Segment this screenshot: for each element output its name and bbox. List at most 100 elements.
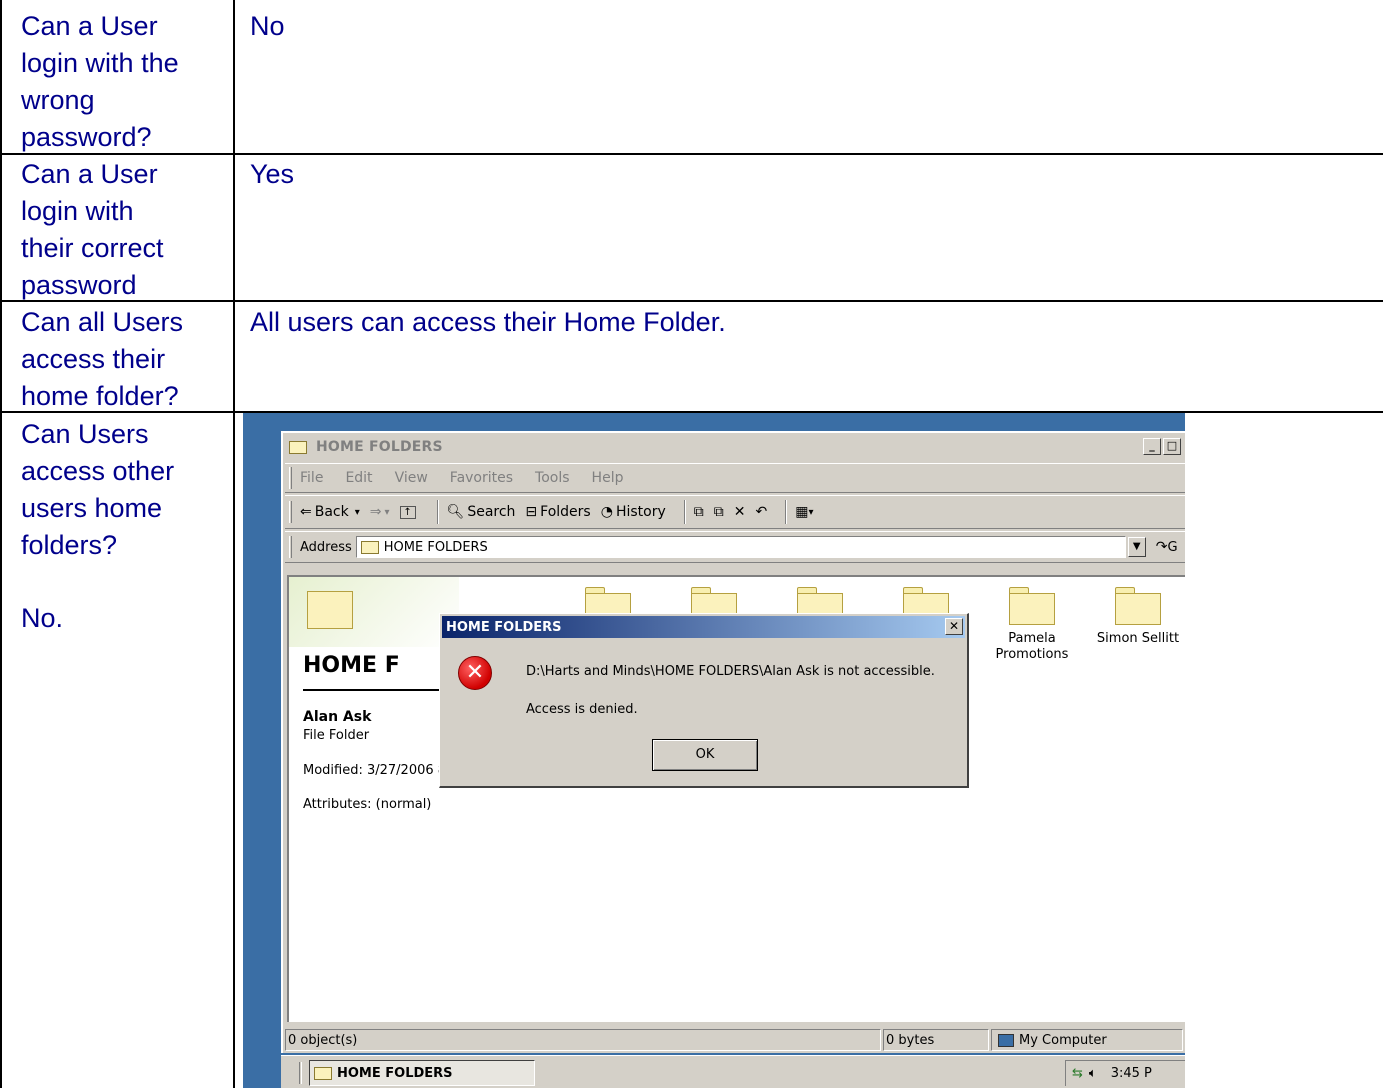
go-icon[interactable]: ↷ [1156,539,1168,555]
folder-icon [289,440,307,454]
folder-icon [314,1066,332,1080]
table-row-divider [0,153,1383,155]
dialog-message: D:\Harts and Minds\HOME FOLDERS\Alan Ask… [526,664,935,679]
error-icon: ✕ [458,656,492,690]
selected-item-name: Alan Ask [303,709,372,725]
ok-button[interactable]: OK [652,739,758,771]
status-object-count: 0 object(s) [285,1029,881,1051]
taskbar-grip [299,1062,302,1084]
question-cell: Can a User login with the wrong password… [21,11,179,152]
move-to-button[interactable]: ⧉ [694,504,704,520]
go-label[interactable]: G [1168,540,1178,555]
volume-icon[interactable]: 🔈︎ [1089,1066,1097,1081]
answer-cell: No. [21,603,64,633]
back-dropdown-icon[interactable]: ▾ [355,507,360,518]
selected-item-attributes: Attributes: (normal) [303,797,432,812]
address-dropdown-button[interactable]: ▼ [1127,537,1146,557]
panel-folder-icon [307,591,353,629]
undo-icon: ↶ [755,504,768,520]
menu-edit[interactable]: Edit [345,470,372,486]
copy-to-icon: ⧉ [713,504,724,520]
menu-help[interactable]: Help [592,470,624,486]
back-label: Back [314,504,349,520]
menu-grip [289,467,292,489]
folder-icon [1115,587,1161,625]
folder-icon [360,540,379,554]
taskbar: HOME FOLDERS ⇆ 🔈︎ 3:45 P [281,1055,1185,1088]
system-tray: ⇆ 🔈︎ 3:45 P [1065,1060,1185,1086]
views-dropdown-icon[interactable]: ▾ [808,507,813,518]
menu-bar: File Edit View Favorites Tools Help [285,463,1185,493]
table-column-divider [233,0,235,1088]
table-row-divider [0,300,1383,302]
menu-favorites[interactable]: Favorites [450,470,513,486]
status-bar: 0 object(s) 0 bytes My Computer [285,1027,1185,1053]
taskbar-button-label: HOME FOLDERS [337,1065,453,1081]
maximize-button[interactable]: □ [1163,438,1181,455]
clock[interactable]: 3:45 P [1111,1066,1152,1081]
views-button[interactable]: ▦ ▾ [795,504,813,520]
folder-label: Simon Sellitt [1096,631,1180,646]
error-dialog: HOME FOLDERS ✕ ✕ D:\Harts and Minds\HOME… [439,613,969,788]
menu-file[interactable]: File [300,470,323,486]
panel-title: HOME F [303,653,400,678]
search-button[interactable]: 🔍︎ Search [447,504,516,520]
toolbar-separator [436,500,439,524]
menu-view[interactable]: View [395,470,428,486]
address-grip [289,536,292,558]
dialog-close-button[interactable]: ✕ [945,618,963,635]
question-cell: Can all Users access their home folder? [21,307,184,411]
history-label: History [615,504,666,520]
delete-button[interactable]: ✕ [734,504,746,520]
search-label: Search [467,504,516,520]
move-to-icon: ⧉ [693,504,704,520]
question-cell: Can Users access other users home folder… [21,419,175,560]
folders-label: Folders [540,504,591,520]
undo-button[interactable]: ↶ [755,504,767,520]
window-title: HOME FOLDERS [316,439,443,455]
answer-cell: All users can access their Home Folder. [250,307,726,337]
address-value: HOME FOLDERS [383,539,488,555]
forward-button[interactable]: ⇒ ▾ [370,504,390,520]
back-arrow-icon: ⇐ [300,504,312,520]
forward-arrow-icon: ⇒ [369,504,382,520]
delete-icon: ✕ [733,504,746,520]
folder-label: Pamela Promotions [995,631,1069,662]
folders-tree-icon: ⊟ [525,504,538,520]
address-bar: Address HOME FOLDERS ▼ ↷ G [285,531,1185,563]
views-icon: ▦ [795,504,809,520]
back-button[interactable]: ⇐ Back ▾ [300,504,360,520]
minimize-button[interactable]: _ [1143,438,1161,455]
question-cell: Can a User login with their correct pass… [21,159,164,300]
folder-icon [1009,587,1055,625]
up-folder-icon: ↑ [399,505,416,519]
table-border-left [0,0,2,1088]
taskbar-window-button[interactable]: HOME FOLDERS [309,1060,535,1086]
standard-toolbar: ⇐ Back ▾ ⇒ ▾ ↑ 🔍︎ Search ⊟ Folders ◔ His… [285,495,1185,529]
dialog-title: HOME FOLDERS [446,619,562,635]
menu-tools[interactable]: Tools [535,470,570,486]
up-folder-button[interactable]: ↑ [399,505,419,519]
folders-button[interactable]: ⊟ Folders [525,504,590,520]
copy-to-button[interactable]: ⧉ [714,504,724,520]
status-zone-label: My Computer [1019,1032,1107,1048]
selected-item-type: File Folder [303,728,370,743]
folder-item[interactable]: Pamela Promotions [977,587,1087,663]
embedded-screenshot: HOME FOLDERS _ □ File Edit View Favorite… [243,413,1185,1088]
address-input[interactable]: HOME FOLDERS [355,536,1126,558]
dialog-titlebar: HOME FOLDERS ✕ [442,616,965,638]
explorer-window: HOME FOLDERS _ □ File Edit View Favorite… [281,431,1185,1053]
search-icon: 🔍︎ [446,504,465,520]
forward-dropdown-icon[interactable]: ▾ [385,507,390,518]
folder-item[interactable]: Simon Sellitt [1083,587,1185,647]
answer-cell: No [250,11,285,41]
network-icon[interactable]: ⇆ [1072,1066,1083,1081]
window-titlebar: HOME FOLDERS _ □ [285,435,1185,459]
history-icon: ◔ [600,504,613,520]
toolbar-separator [785,500,788,524]
history-button[interactable]: ◔ History [601,504,666,520]
address-label: Address [300,539,352,555]
dialog-detail: Access is denied. [526,702,638,717]
status-size: 0 bytes [883,1029,989,1051]
status-zone: My Computer [991,1029,1183,1051]
